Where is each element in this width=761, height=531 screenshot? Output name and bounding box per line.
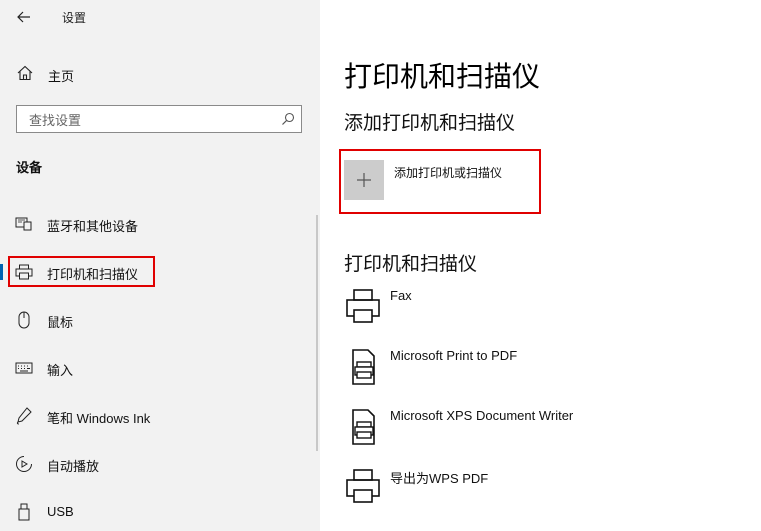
section-title: 设备 <box>16 160 43 175</box>
printer-name: Microsoft XPS Document Writer <box>390 408 574 423</box>
printer-name: 导出为WPS PDF <box>390 471 489 486</box>
window-title: 设置 <box>62 11 87 25</box>
plus-icon <box>357 173 371 187</box>
printer-name: Microsoft Print to PDF <box>390 348 518 363</box>
sidebar-item-usb[interactable]: USB <box>0 496 316 528</box>
add-printer-label[interactable]: 添加打印机或扫描仪 <box>394 164 502 181</box>
sidebar-item-pen[interactable]: 笔和 Windows Ink <box>0 400 316 432</box>
back-arrow-icon <box>17 11 30 23</box>
highlight-box <box>8 256 155 287</box>
printer-item-fax[interactable]: Fax <box>340 286 740 336</box>
sidebar-scrollbar[interactable] <box>316 215 318 451</box>
sidebar-item-label: 蓝牙和其他设备 <box>47 219 139 234</box>
back-button[interactable] <box>12 6 36 28</box>
pen-icon <box>14 407 34 425</box>
printer-item-pdf[interactable]: Microsoft Print to PDF <box>340 346 740 396</box>
printer-item-wps-pdf[interactable]: 导出为WPS PDF <box>340 466 740 516</box>
home-label: 主页 <box>48 69 75 84</box>
sidebar-item-typing[interactable]: 输入 <box>0 352 316 384</box>
search-box[interactable] <box>16 105 302 133</box>
sidebar-item-label: 输入 <box>47 363 74 378</box>
keyboard-icon <box>14 359 34 377</box>
home-icon <box>17 65 33 81</box>
fax-printer-icon <box>346 289 380 323</box>
add-section-title: 添加打印机和扫描仪 <box>344 113 516 134</box>
xps-printer-icon <box>352 409 375 445</box>
pdf-printer-icon <box>352 349 375 385</box>
add-printer-button[interactable] <box>344 160 384 200</box>
mouse-icon <box>14 311 34 329</box>
sidebar-item-mouse[interactable]: 鼠标 <box>0 304 316 336</box>
sidebar-item-bluetooth[interactable]: 蓝牙和其他设备 <box>0 208 316 240</box>
printer-name: Fax <box>390 288 412 303</box>
search-input[interactable] <box>27 110 271 130</box>
title-bar: 设置 <box>0 0 320 34</box>
printer-list-title: 打印机和扫描仪 <box>344 254 478 275</box>
sidebar-item-autoplay[interactable]: 自动播放 <box>0 448 316 480</box>
bluetooth-devices-icon <box>14 215 34 233</box>
autoplay-icon <box>14 455 34 473</box>
sidebar: 设置 主页 设备 蓝牙和其他设备 <box>0 0 320 531</box>
sidebar-item-label: 自动播放 <box>47 459 100 474</box>
wps-pdf-printer-icon <box>346 469 380 503</box>
home-nav-item[interactable]: 主页 <box>0 58 316 88</box>
sidebar-item-label: USB <box>47 504 74 519</box>
page-title: 打印机和扫描仪 <box>344 61 541 92</box>
sidebar-item-label: 笔和 Windows Ink <box>47 411 151 426</box>
usb-icon <box>14 503 34 521</box>
printer-item-xps[interactable]: Microsoft XPS Document Writer <box>340 406 740 456</box>
active-indicator <box>0 264 3 280</box>
sidebar-item-label: 鼠标 <box>47 315 74 330</box>
search-icon[interactable] <box>281 112 295 126</box>
